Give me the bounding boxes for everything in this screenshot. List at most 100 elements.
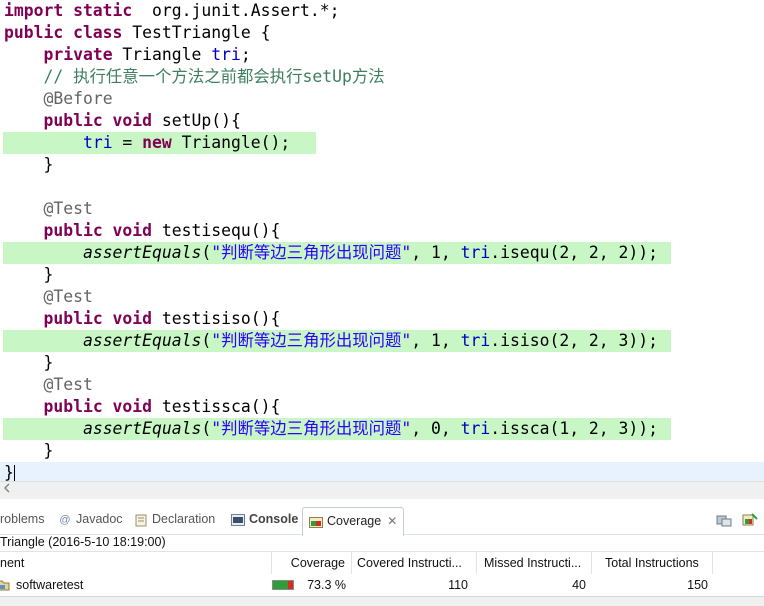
code-line[interactable]: private Triangle tri; — [0, 44, 764, 66]
code-token: .issca(1, 2, 3)); — [490, 419, 659, 438]
code-text: assertEquals("判断等边三角形出现问题", 0, tri.issca… — [4, 418, 658, 440]
console-icon — [231, 513, 245, 526]
tab-problems[interactable]: roblems — [0, 505, 44, 534]
code-token: assertEquals — [82, 419, 202, 438]
code-line[interactable]: assertEquals("判断等边三角形出现问题", 0, tri.issca… — [0, 418, 764, 440]
tab-declaration[interactable]: Declaration — [134, 505, 215, 534]
coverage-bar-fill — [273, 581, 288, 589]
declaration-icon — [134, 514, 148, 527]
code-token: = — [112, 133, 143, 152]
tab-label: Coverage — [327, 514, 382, 528]
code-text: } — [4, 264, 53, 286]
column-element[interactable]: nent — [0, 552, 272, 574]
merge-sessions-icon[interactable] — [742, 513, 758, 527]
code-line[interactable]: @Test — [0, 374, 764, 396]
code-token: tri — [460, 331, 491, 350]
code-token: assertEquals — [82, 243, 202, 262]
code-token: private — [43, 45, 113, 64]
code-line[interactable]: } — [0, 352, 764, 374]
code-text: } — [4, 154, 53, 176]
code-line[interactable]: tri = new Triangle(); — [0, 132, 764, 154]
code-token: } — [4, 463, 14, 481]
code-text: @Before — [4, 88, 112, 110]
code-text: public void testisiso(){ — [4, 308, 280, 330]
code-line[interactable]: assertEquals("判断等边三角形出现问题", 1, tri.isiso… — [0, 330, 764, 352]
coverage-bar — [272, 580, 294, 590]
code-line[interactable]: public void testisequ(){ — [0, 220, 764, 242]
code-text: public void testisequ(){ — [4, 220, 280, 242]
code-token: @Test — [43, 199, 93, 218]
code-token: , 0, — [411, 419, 461, 438]
column-missed-instructions[interactable]: Missed Instructi... — [477, 552, 592, 574]
code-line[interactable]: @Before — [0, 88, 764, 110]
code-line[interactable]: public void testisiso(){ — [0, 308, 764, 330]
code-token: Triangle(); — [171, 133, 291, 152]
code-token: ( — [201, 331, 212, 350]
code-line[interactable]: // 执行任意一个方法之前都会执行setUp方法 — [0, 66, 764, 88]
bottom-view-tabs: roblems @ Javadoc Declaration Console Cov… — [0, 505, 764, 536]
table-row[interactable]: softwaretest 73.3 % 110 40 150 — [0, 574, 764, 596]
code-text: @Test — [4, 198, 93, 220]
code-token: public class — [4, 23, 123, 42]
code-token: tri — [211, 45, 241, 64]
code-text: public class TestTriangle { — [4, 22, 270, 44]
code-line[interactable]: assertEquals("判断等边三角形出现问题", 1, tri.isequ… — [0, 242, 764, 264]
code-token: "判断等边三角形出现问题" — [211, 419, 412, 438]
code-token: ( — [201, 419, 212, 438]
code-token: public void — [43, 397, 153, 416]
current-line-highlight — [0, 462, 764, 481]
code-line[interactable]: } — [0, 154, 764, 176]
remove-session-icon[interactable] — [716, 513, 732, 527]
code-line[interactable]: public class TestTriangle { — [0, 22, 764, 44]
code-line[interactable]: } — [0, 264, 764, 286]
code-token: // 执行任意一个方法之前都会执行setUp方法 — [43, 67, 385, 86]
code-token: public void — [43, 309, 153, 328]
code-line[interactable]: } — [0, 440, 764, 462]
code-token: testisequ(){ — [152, 221, 281, 240]
code-line[interactable]: public void testissca(){ — [0, 396, 764, 418]
column-covered-instructions[interactable]: Covered Instructi... — [352, 552, 477, 574]
code-token: ; — [240, 45, 251, 64]
code-text: public void testissca(){ — [4, 396, 280, 418]
editor-horizontal-scrollbar[interactable] — [0, 481, 764, 499]
tab-console[interactable]: Console — [231, 505, 298, 534]
text-caret — [13, 464, 15, 481]
code-line[interactable]: import static org.junit.Assert.*; — [0, 0, 764, 22]
close-tab-icon[interactable]: ✕ — [387, 514, 397, 528]
code-token: setUp(){ — [152, 111, 241, 130]
code-text: } — [4, 440, 53, 462]
code-token: Triangle — [112, 45, 212, 64]
scroll-left-arrow-icon[interactable] — [3, 482, 11, 499]
code-line[interactable]: @Test — [0, 198, 764, 220]
code-line[interactable] — [0, 176, 764, 198]
javadoc-icon: @ — [59, 513, 71, 526]
code-token: "判断等边三角形出现问题" — [211, 243, 412, 262]
tab-javadoc[interactable]: @ Javadoc — [58, 505, 122, 534]
code-text: } — [4, 352, 53, 374]
row-missed-instructions: 40 — [572, 578, 586, 592]
row-covered-instructions: 110 — [448, 578, 468, 592]
code-token: , 1, — [411, 331, 461, 350]
code-editor[interactable]: import static org.junit.Assert.*; public … — [0, 0, 764, 481]
code-token: TestTriangle { — [122, 23, 271, 42]
tab-coverage[interactable]: Coverage ✕ — [302, 507, 405, 536]
row-name: softwaretest — [16, 578, 84, 592]
code-text: assertEquals("判断等边三角形出现问题", 1, tri.isequ… — [4, 242, 658, 264]
tab-label: Console — [249, 512, 299, 526]
code-line[interactable]: public void setUp(){ — [0, 110, 764, 132]
code-line[interactable]: @Test — [0, 286, 764, 308]
code-token: ( — [201, 243, 212, 262]
column-total-instructions[interactable]: Total Instructions — [592, 552, 713, 574]
code-token: .isiso(2, 2, 3)); — [490, 331, 659, 350]
code-token: org.junit.Assert.*; — [132, 1, 340, 20]
column-coverage[interactable]: Coverage — [272, 552, 352, 574]
code-text: @Test — [4, 286, 92, 308]
code-line[interactable]: } — [0, 462, 764, 481]
code-token: testissca(){ — [152, 397, 281, 416]
